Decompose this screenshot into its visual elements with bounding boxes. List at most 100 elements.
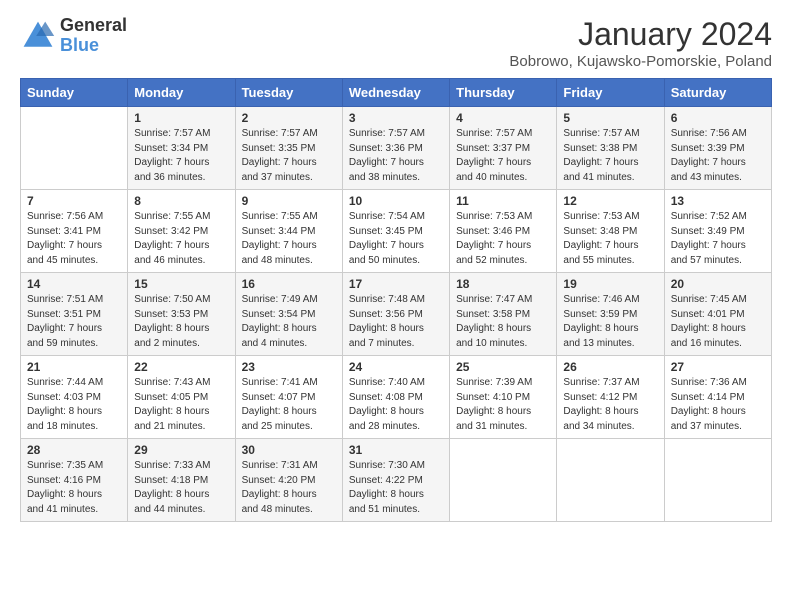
calendar-cell: 15 Sunrise: 7:50 AM Sunset: 3:53 PM Dayli… <box>128 273 235 356</box>
day-info: Sunrise: 7:57 AM Sunset: 3:37 PM Dayligh… <box>456 127 550 185</box>
calendar-cell: 5 Sunrise: 7:57 AM Sunset: 3:38 PM Daylig… <box>557 107 664 190</box>
day-info: Sunrise: 7:31 AM Sunset: 4:20 PM Dayligh… <box>242 459 336 517</box>
logo-blue: Blue <box>60 36 127 56</box>
header-row: SundayMondayTuesdayWednesdayThursdayFrid… <box>21 79 772 107</box>
day-info: Sunrise: 7:37 AM Sunset: 4:12 PM Dayligh… <box>563 376 657 434</box>
day-info: Sunrise: 7:35 AM Sunset: 4:16 PM Dayligh… <box>27 459 121 517</box>
month-title: January 2024 <box>509 16 772 53</box>
calendar-cell: 18Sunrise: 7:47 AM Sunset: 3:58 PM Dayli… <box>450 273 557 356</box>
day-number: 13 <box>671 194 765 208</box>
calendar-cell: 31 Sunrise: 7:30 AM Sunset: 4:22 PM Dayli… <box>342 439 449 522</box>
logo-icon <box>20 18 56 54</box>
day-info: Sunrise: 7:57 AM Sunset: 3:36 PM Dayligh… <box>349 127 443 185</box>
day-info: Sunrise: 7:33 AM Sunset: 4:18 PM Dayligh… <box>134 459 228 517</box>
day-info: Sunrise: 7:55 AM Sunset: 3:44 PM Dayligh… <box>242 210 336 268</box>
week-row-1: 1Sunrise: 7:57 AM Sunset: 3:34 PM Daylig… <box>21 107 772 190</box>
calendar-cell: 10Sunrise: 7:54 AM Sunset: 3:45 PM Dayli… <box>342 190 449 273</box>
day-number: 4 <box>456 111 550 125</box>
day-header-wednesday: Wednesday <box>342 79 449 107</box>
day-info: Sunrise: 7:43 AM Sunset: 4:05 PM Dayligh… <box>134 376 228 434</box>
day-info: Sunrise: 7:30 AM Sunset: 4:22 PM Dayligh… <box>349 459 443 517</box>
day-header-saturday: Saturday <box>664 79 771 107</box>
day-info: Sunrise: 7:44 AM Sunset: 4:03 PM Dayligh… <box>27 376 121 434</box>
calendar-cell: 25 Sunrise: 7:39 AM Sunset: 4:10 PM Dayli… <box>450 356 557 439</box>
day-number: 12 <box>563 194 657 208</box>
day-info: Sunrise: 7:51 AM Sunset: 3:51 PM Dayligh… <box>27 293 121 351</box>
day-number: 27 <box>671 360 765 374</box>
day-header-thursday: Thursday <box>450 79 557 107</box>
day-number: 16 <box>242 277 336 291</box>
day-number: 24 <box>349 360 443 374</box>
week-row-5: 28 Sunrise: 7:35 AM Sunset: 4:16 PM Dayli… <box>21 439 772 522</box>
calendar-cell: 16 Sunrise: 7:49 AM Sunset: 3:54 PM Dayli… <box>235 273 342 356</box>
day-number: 31 <box>349 443 443 457</box>
day-info: Sunrise: 7:57 AM Sunset: 3:38 PM Dayligh… <box>563 127 657 185</box>
day-number: 7 <box>27 194 121 208</box>
day-number: 29 <box>134 443 228 457</box>
day-info: Sunrise: 7:41 AM Sunset: 4:07 PM Dayligh… <box>242 376 336 434</box>
calendar-cell: 2Sunrise: 7:57 AM Sunset: 3:35 PM Daylig… <box>235 107 342 190</box>
day-header-tuesday: Tuesday <box>235 79 342 107</box>
day-info: Sunrise: 7:40 AM Sunset: 4:08 PM Dayligh… <box>349 376 443 434</box>
day-info: Sunrise: 7:52 AM Sunset: 3:49 PM Dayligh… <box>671 210 765 268</box>
calendar-cell <box>557 439 664 522</box>
page-header: General Blue January 2024 Bobrowo, Kujaw… <box>20 16 772 70</box>
day-info: Sunrise: 7:50 AM Sunset: 3:53 PM Dayligh… <box>134 293 228 351</box>
calendar-cell: 20 Sunrise: 7:45 AM Sunset: 4:01 PM Dayli… <box>664 273 771 356</box>
day-header-monday: Monday <box>128 79 235 107</box>
day-info: Sunrise: 7:49 AM Sunset: 3:54 PM Dayligh… <box>242 293 336 351</box>
day-number: 3 <box>349 111 443 125</box>
calendar-cell: 7 Sunrise: 7:56 AM Sunset: 3:41 PM Daylig… <box>21 190 128 273</box>
day-info: Sunrise: 7:56 AM Sunset: 3:39 PM Dayligh… <box>671 127 765 185</box>
calendar-cell: 13 Sunrise: 7:52 AM Sunset: 3:49 PM Dayli… <box>664 190 771 273</box>
calendar-cell: 23 Sunrise: 7:41 AM Sunset: 4:07 PM Dayli… <box>235 356 342 439</box>
day-number: 8 <box>134 194 228 208</box>
calendar-cell: 14 Sunrise: 7:51 AM Sunset: 3:51 PM Dayli… <box>21 273 128 356</box>
day-number: 26 <box>563 360 657 374</box>
day-number: 11 <box>456 194 550 208</box>
week-row-4: 21 Sunrise: 7:44 AM Sunset: 4:03 PM Dayli… <box>21 356 772 439</box>
day-info: Sunrise: 7:48 AM Sunset: 3:56 PM Dayligh… <box>349 293 443 351</box>
calendar-cell: 4 Sunrise: 7:57 AM Sunset: 3:37 PM Daylig… <box>450 107 557 190</box>
day-number: 21 <box>27 360 121 374</box>
calendar-cell <box>450 439 557 522</box>
day-number: 25 <box>456 360 550 374</box>
calendar-cell: 22Sunrise: 7:43 AM Sunset: 4:05 PM Dayli… <box>128 356 235 439</box>
calendar-cell: 19Sunrise: 7:46 AM Sunset: 3:59 PM Dayli… <box>557 273 664 356</box>
day-info: Sunrise: 7:53 AM Sunset: 3:48 PM Dayligh… <box>563 210 657 268</box>
calendar-cell: 26 Sunrise: 7:37 AM Sunset: 4:12 PM Dayli… <box>557 356 664 439</box>
week-row-2: 7 Sunrise: 7:56 AM Sunset: 3:41 PM Daylig… <box>21 190 772 273</box>
calendar-cell: 30Sunrise: 7:31 AM Sunset: 4:20 PM Dayli… <box>235 439 342 522</box>
calendar-header: SundayMondayTuesdayWednesdayThursdayFrid… <box>21 79 772 107</box>
day-info: Sunrise: 7:56 AM Sunset: 3:41 PM Dayligh… <box>27 210 121 268</box>
day-number: 5 <box>563 111 657 125</box>
calendar-cell <box>21 107 128 190</box>
calendar-cell: 17Sunrise: 7:48 AM Sunset: 3:56 PM Dayli… <box>342 273 449 356</box>
calendar-cell: 24 Sunrise: 7:40 AM Sunset: 4:08 PM Dayli… <box>342 356 449 439</box>
logo-text: General Blue <box>60 16 127 56</box>
day-number: 20 <box>671 277 765 291</box>
calendar-cell: 12 Sunrise: 7:53 AM Sunset: 3:48 PM Dayli… <box>557 190 664 273</box>
calendar-cell <box>664 439 771 522</box>
logo-general: General <box>60 16 127 36</box>
day-number: 28 <box>27 443 121 457</box>
calendar-cell: 27Sunrise: 7:36 AM Sunset: 4:14 PM Dayli… <box>664 356 771 439</box>
calendar-cell: 9Sunrise: 7:55 AM Sunset: 3:44 PM Daylig… <box>235 190 342 273</box>
day-info: Sunrise: 7:39 AM Sunset: 4:10 PM Dayligh… <box>456 376 550 434</box>
day-info: Sunrise: 7:45 AM Sunset: 4:01 PM Dayligh… <box>671 293 765 351</box>
day-info: Sunrise: 7:47 AM Sunset: 3:58 PM Dayligh… <box>456 293 550 351</box>
day-number: 10 <box>349 194 443 208</box>
calendar-cell: 29 Sunrise: 7:33 AM Sunset: 4:18 PM Dayli… <box>128 439 235 522</box>
day-number: 23 <box>242 360 336 374</box>
day-number: 19 <box>563 277 657 291</box>
day-header-friday: Friday <box>557 79 664 107</box>
location: Bobrowo, Kujawsko-Pomorskie, Poland <box>509 53 772 70</box>
day-number: 14 <box>27 277 121 291</box>
title-section: January 2024 Bobrowo, Kujawsko-Pomorskie… <box>509 16 772 70</box>
day-number: 1 <box>134 111 228 125</box>
day-number: 15 <box>134 277 228 291</box>
week-row-3: 14 Sunrise: 7:51 AM Sunset: 3:51 PM Dayli… <box>21 273 772 356</box>
day-number: 2 <box>242 111 336 125</box>
calendar-body: 1Sunrise: 7:57 AM Sunset: 3:34 PM Daylig… <box>21 107 772 522</box>
day-info: Sunrise: 7:55 AM Sunset: 3:42 PM Dayligh… <box>134 210 228 268</box>
